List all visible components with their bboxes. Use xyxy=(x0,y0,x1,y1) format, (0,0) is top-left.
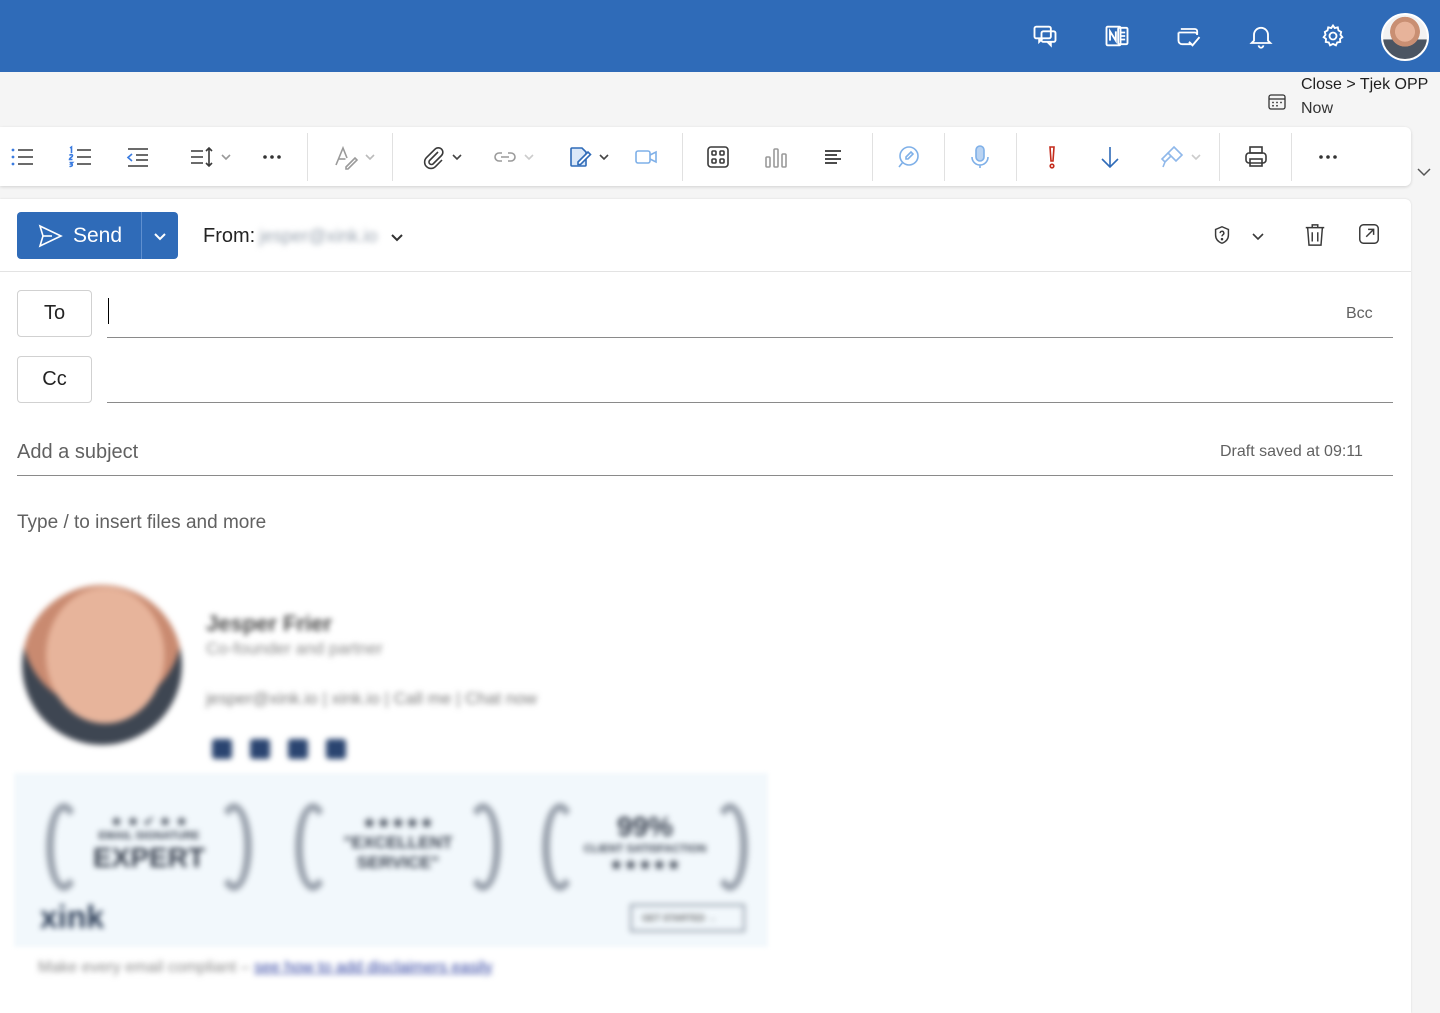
pop-out-icon[interactable] xyxy=(1356,221,1382,247)
onenote-icon[interactable] xyxy=(1099,18,1135,54)
chevron-down-icon xyxy=(365,154,375,161)
teams-chat-icon[interactable] xyxy=(1027,18,1063,54)
send-main-button[interactable]: Send xyxy=(17,212,141,259)
subject-underline xyxy=(17,475,1393,476)
chevron-down-icon xyxy=(390,233,403,241)
signature-social-links xyxy=(212,739,346,759)
more-icon[interactable] xyxy=(256,141,288,173)
compose-pane: Send From: jesper@xink.io To Bcc Cc Add … xyxy=(0,199,1411,1013)
badge-excellent-service: ★★★★★ "EXCELLENT SERVICE" xyxy=(283,793,513,893)
chevron-down-icon xyxy=(154,232,166,240)
signature-icon[interactable] xyxy=(560,141,616,173)
sensitivity-shield-icon[interactable] xyxy=(1210,223,1234,247)
youtube-icon[interactable] xyxy=(326,739,346,759)
discard-trash-icon[interactable] xyxy=(1302,221,1328,249)
to-button[interactable]: To xyxy=(17,290,92,337)
ribbon-separator xyxy=(944,133,945,181)
print-icon[interactable] xyxy=(1240,141,1272,173)
reminder-notice[interactable]: Close > Tjek OPP Now xyxy=(1266,76,1436,122)
draft-status: Draft saved at 09:11 xyxy=(1220,443,1363,460)
chevron-down-icon[interactable] xyxy=(1248,227,1268,245)
link-icon[interactable] xyxy=(485,141,541,173)
chevron-down-icon xyxy=(221,154,231,161)
high-importance-icon[interactable] xyxy=(1036,141,1068,173)
text-style-icon[interactable] xyxy=(326,141,382,173)
todo-icon[interactable] xyxy=(1171,18,1207,54)
get-started-label: GET STARTED → xyxy=(642,913,717,923)
reminder-time: Now xyxy=(1301,100,1334,117)
numbered-list-icon[interactable] xyxy=(64,141,96,173)
facebook-icon[interactable] xyxy=(212,739,232,759)
linkedin-icon[interactable] xyxy=(288,739,308,759)
chevron-down-icon xyxy=(1191,154,1201,161)
get-started-button[interactable]: GET STARTED → xyxy=(630,904,745,932)
line-spacing-icon[interactable] xyxy=(182,141,238,173)
settings-gear-icon[interactable] xyxy=(1315,18,1351,54)
bell-icon[interactable] xyxy=(1243,18,1279,54)
format-ribbon xyxy=(0,127,1411,186)
from-label: From: xyxy=(203,225,256,247)
ribbon-separator xyxy=(1016,133,1017,181)
apps-icon[interactable] xyxy=(702,141,734,173)
cc-input[interactable] xyxy=(107,402,1393,403)
dictate-icon[interactable] xyxy=(964,141,996,173)
chevron-down-icon xyxy=(599,154,609,161)
ribbon-separator xyxy=(682,133,683,181)
user-avatar[interactable] xyxy=(1381,13,1429,61)
badge-client-satisfaction: 99% CLIENT SATISFACTION ★★★★★ xyxy=(530,793,760,893)
loop-icon[interactable] xyxy=(892,141,924,173)
send-icon xyxy=(38,224,63,247)
align-icon[interactable] xyxy=(817,141,849,173)
ribbon-separator xyxy=(1291,133,1292,181)
video-icon[interactable] xyxy=(630,141,662,173)
more-icon[interactable] xyxy=(1312,141,1344,173)
format-painter-icon[interactable] xyxy=(1152,141,1208,173)
calendar-icon xyxy=(1268,94,1286,110)
badge-expert: ★ ★ ✔ ★ ★ EMAIL SIGNATURE EXPERT xyxy=(34,793,264,893)
attach-icon[interactable] xyxy=(413,141,469,173)
chevron-down-icon xyxy=(524,154,534,161)
send-button[interactable]: Send xyxy=(17,212,178,259)
ribbon-separator xyxy=(1219,133,1220,181)
chevron-down-icon[interactable] xyxy=(1416,164,1432,180)
ribbon-separator xyxy=(392,133,393,181)
email-signature: Jesper Frier Co-founder and partner jesp… xyxy=(0,579,800,999)
to-input[interactable] xyxy=(107,337,1393,338)
top-app-bar xyxy=(0,0,1440,72)
subject-input[interactable]: Add a subject xyxy=(17,441,138,464)
disclaimer-link[interactable]: see how to add disclaimers easily xyxy=(254,959,492,976)
ribbon-separator xyxy=(872,133,873,181)
from-selector[interactable]: From: jesper@xink.io xyxy=(203,225,404,248)
send-options-button[interactable] xyxy=(141,212,178,259)
chart-icon[interactable] xyxy=(760,141,792,173)
header-divider xyxy=(0,271,1411,272)
footer-text: Make every email compliant – xyxy=(38,959,255,976)
bulleted-list-icon[interactable] xyxy=(6,141,38,173)
reminder-title: Close > Tjek OPP xyxy=(1301,76,1429,93)
signature-photo xyxy=(22,585,182,745)
ribbon-separator xyxy=(307,133,308,181)
send-label: Send xyxy=(73,223,123,247)
signature-role: Co-founder and partner xyxy=(206,639,383,658)
bcc-button[interactable]: Bcc xyxy=(1346,305,1373,323)
decrease-indent-icon[interactable] xyxy=(122,141,154,173)
low-importance-icon[interactable] xyxy=(1094,141,1126,173)
from-address: jesper@xink.io xyxy=(259,226,378,246)
signature-contact: jesper@xink.io | xink.io | Call me | Cha… xyxy=(206,689,537,708)
signature-footer: Make every email compliant – see how to … xyxy=(38,959,492,977)
xink-logo: xink xyxy=(40,899,105,935)
signature-name: Jesper Frier xyxy=(206,611,332,636)
text-caret xyxy=(108,298,109,324)
chevron-down-icon xyxy=(452,154,462,161)
x-twitter-icon[interactable] xyxy=(250,739,270,759)
cc-button[interactable]: Cc xyxy=(17,356,92,403)
body-editor-hint[interactable]: Type / to insert files and more xyxy=(17,512,266,534)
